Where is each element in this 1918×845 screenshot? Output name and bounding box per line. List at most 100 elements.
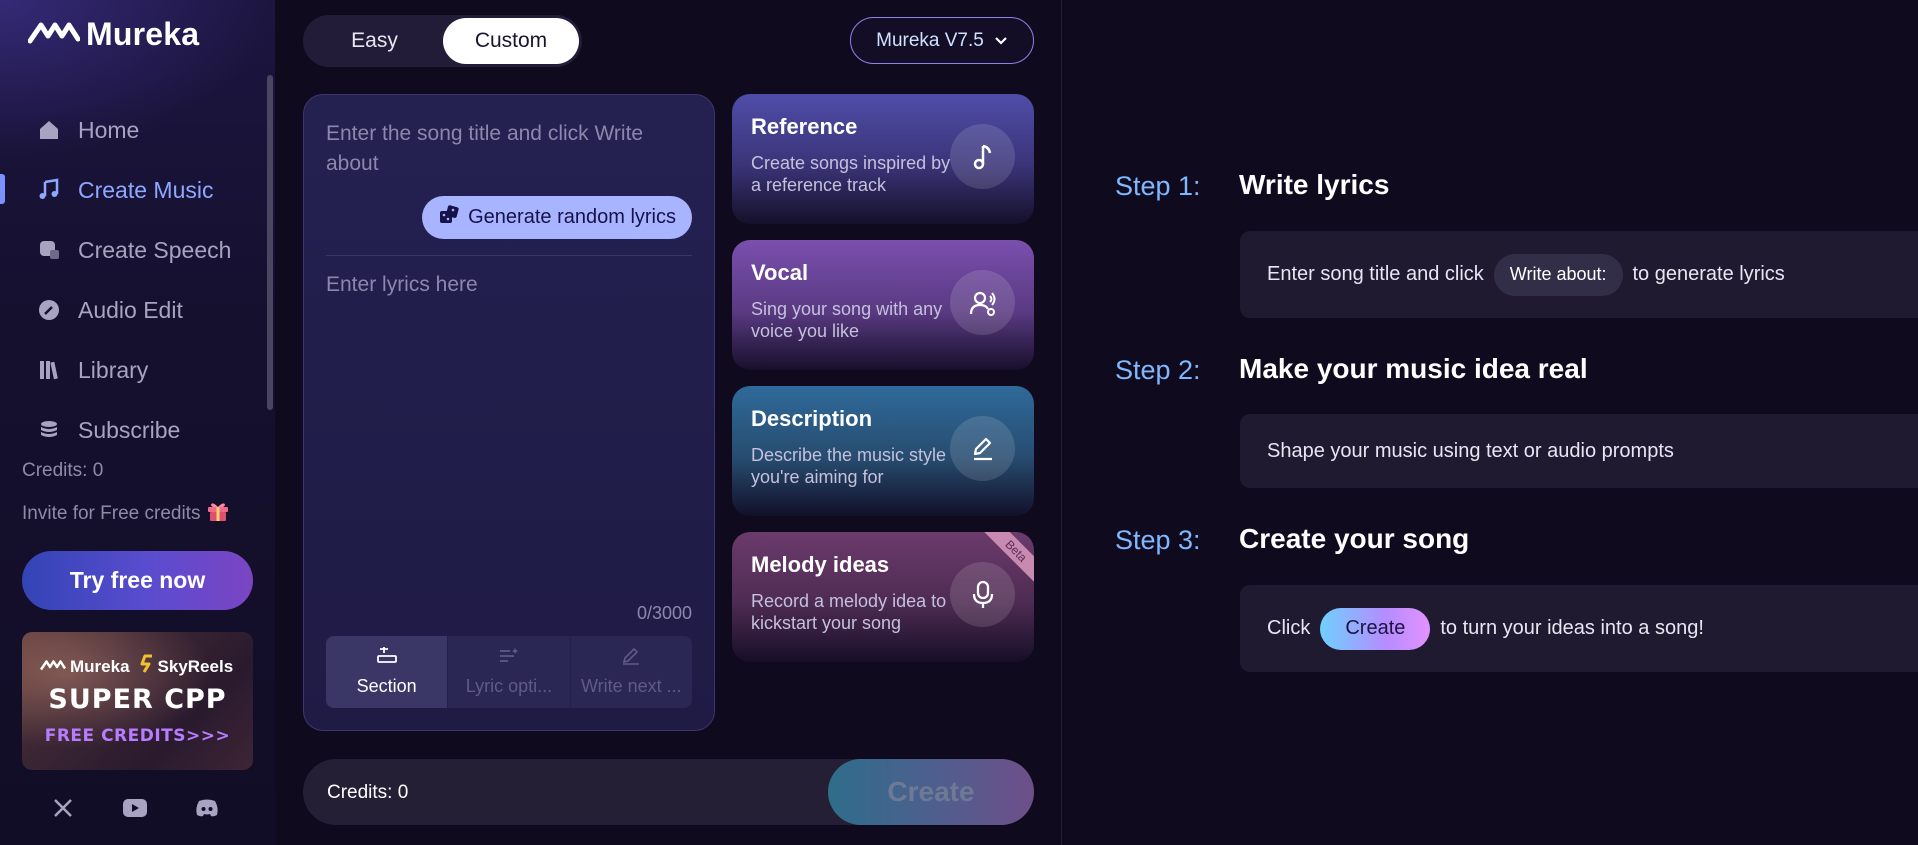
lines-sparkle-icon <box>498 647 520 670</box>
step-2-box: Shape your music using text or audio pro… <box>1240 414 1918 488</box>
sidebar-item-create-speech[interactable]: Create Speech <box>0 220 265 280</box>
logo[interactable]: Mureka <box>27 16 200 53</box>
write-about-chip: Write about: <box>1493 253 1623 296</box>
song-title-input[interactable]: Enter the song title and click Write abo… <box>326 119 686 179</box>
divider <box>326 255 692 256</box>
card-description: Create songs inspired by a reference tra… <box>751 153 951 195</box>
lyric-optimize-tool-button[interactable]: Lyric opti... <box>448 636 571 708</box>
chevron-down-icon <box>994 30 1008 52</box>
sidebar-scrollbar[interactable] <box>267 75 273 410</box>
step-1-title: Write lyrics <box>1239 169 1390 200</box>
step-1-box: Enter song title and click Write about: … <box>1240 231 1918 318</box>
bottom-credits: Credits: 0 <box>327 782 409 803</box>
step-3-title: Create your song <box>1239 523 1470 554</box>
sidebar-item-label: Audio Edit <box>78 296 183 323</box>
mode-easy-button[interactable]: Easy <box>306 18 443 64</box>
reference-card[interactable]: Reference Create songs inspired by a ref… <box>732 94 1034 224</box>
tool-label: Section <box>356 676 417 696</box>
sidebar-item-library[interactable]: Library <box>0 340 265 400</box>
step-1-text-post: to generate lyrics <box>1632 263 1785 285</box>
step-3-box: Click Create to turn your ideas into a s… <box>1240 585 1918 672</box>
pen-icon <box>950 416 1015 481</box>
card-title: Vocal <box>751 260 809 285</box>
sidebar-item-label: Library <box>78 356 149 383</box>
promo-banner[interactable]: Mureka SkyReels SUPER CPP FREE CREDITS>>… <box>22 632 253 770</box>
mode-custom-button[interactable]: Custom <box>443 18 579 64</box>
card-description: Sing your song with any voice you like <box>751 299 943 341</box>
microphone-icon <box>950 562 1015 627</box>
promo-subline: FREE CREDITS>>> <box>44 726 231 746</box>
card-title: Melody ideas <box>751 552 890 577</box>
pencil-icon <box>620 647 642 670</box>
lyrics-input[interactable]: Enter lyrics here <box>326 273 478 297</box>
lyrics-char-counter: 0/3000 <box>636 603 692 623</box>
home-icon <box>36 117 62 143</box>
tool-label: Lyric opti... <box>465 676 553 696</box>
step-2-label: Step 2: <box>1115 355 1201 385</box>
try-free-now-button[interactable]: Try free now <box>22 551 253 610</box>
card-description: Record a melody idea to kickstart your s… <box>751 591 947 633</box>
sidebar-item-label: Create Speech <box>78 236 232 263</box>
step-3-label: Step 3: <box>1115 525 1201 555</box>
sidebar-item-create-music[interactable]: Create Music <box>0 160 265 220</box>
music-note-icon <box>950 124 1015 189</box>
description-card[interactable]: Description Describe the music style you… <box>732 386 1034 516</box>
promo-headline: SUPER CPP <box>48 684 227 715</box>
x-icon[interactable] <box>50 795 76 821</box>
invite-link[interactable]: Invite for Free credits <box>22 500 230 528</box>
sidebar-item-label: Subscribe <box>78 416 181 443</box>
step-2-text: Shape your music using text or audio pro… <box>1267 439 1674 462</box>
music-note-icon <box>36 177 62 203</box>
create-chip: Create <box>1320 607 1431 650</box>
youtube-icon[interactable] <box>122 795 148 821</box>
vocal-card[interactable]: Vocal Sing your song with any voice you … <box>732 240 1034 370</box>
model-select[interactable]: Mureka V7.5 <box>850 17 1034 64</box>
step-1-label: Step 1: <box>1115 171 1201 201</box>
promo-brand-skyreels: SkyReels <box>157 656 234 676</box>
library-icon <box>36 357 62 383</box>
step-2-title: Make your music idea real <box>1239 353 1588 384</box>
generate-random-lyrics-button[interactable]: Generate random lyrics <box>422 196 692 239</box>
sidebar-item-audio-edit[interactable]: Audio Edit <box>0 280 265 340</box>
create-bar: Credits: 0 Create <box>303 759 1034 825</box>
card-description: Describe the music style you're aiming f… <box>751 445 947 487</box>
section-tool-button[interactable]: Section <box>326 636 449 708</box>
skyreels-logo-icon <box>140 654 154 679</box>
sidebar-item-label: Create Music <box>78 176 214 203</box>
social-links <box>50 795 220 821</box>
generate-random-lyrics-label: Generate random lyrics <box>468 206 676 228</box>
step-3-text-post: to turn your ideas into a song! <box>1440 617 1704 639</box>
logo-text: Mureka <box>86 16 200 52</box>
write-next-tool-button[interactable]: Write next ... <box>571 636 692 708</box>
sidebar-nav: Home Create Music Create Speech Audio Ed… <box>0 100 265 460</box>
mureka-logo-icon <box>39 657 67 677</box>
coins-icon <box>36 417 62 443</box>
melody-ideas-card[interactable]: Melody ideas Record a melody idea to kic… <box>732 532 1034 662</box>
mode-toggle: Easy Custom <box>303 15 582 67</box>
sidebar-item-subscribe[interactable]: Subscribe <box>0 400 265 460</box>
dice-icon <box>438 204 460 232</box>
invite-label: Invite for Free credits <box>22 503 201 524</box>
card-title: Reference <box>751 114 858 139</box>
lyric-tools: Section Lyric opti... Write next ... <box>326 636 692 708</box>
create-button[interactable]: Create <box>828 759 1034 825</box>
tool-label: Write next ... <box>580 676 682 696</box>
card-title: Description <box>751 406 873 431</box>
edit-icon <box>36 297 62 323</box>
sidebar-item-home[interactable]: Home <box>0 100 265 160</box>
voice-user-icon <box>950 270 1015 335</box>
promo-brand-mureka: Mureka <box>70 656 130 676</box>
step-3-text-pre: Click <box>1267 617 1311 639</box>
discord-icon[interactable] <box>194 795 220 821</box>
mureka-logo-icon <box>27 19 81 50</box>
sidebar-item-label: Home <box>78 116 140 143</box>
gift-icon <box>206 500 230 528</box>
panel-divider <box>1061 0 1062 845</box>
speech-icon <box>36 237 62 263</box>
sidebar-credits: Credits: 0 <box>22 460 104 481</box>
step-1-text-pre: Enter song title and click <box>1267 263 1484 285</box>
model-selected-label: Mureka V7.5 <box>876 29 984 51</box>
sidebar: Mureka Home Create Music Create Speech A… <box>0 0 275 845</box>
lyrics-panel: Enter the song title and click Write abo… <box>303 94 715 731</box>
section-add-icon <box>376 645 398 670</box>
